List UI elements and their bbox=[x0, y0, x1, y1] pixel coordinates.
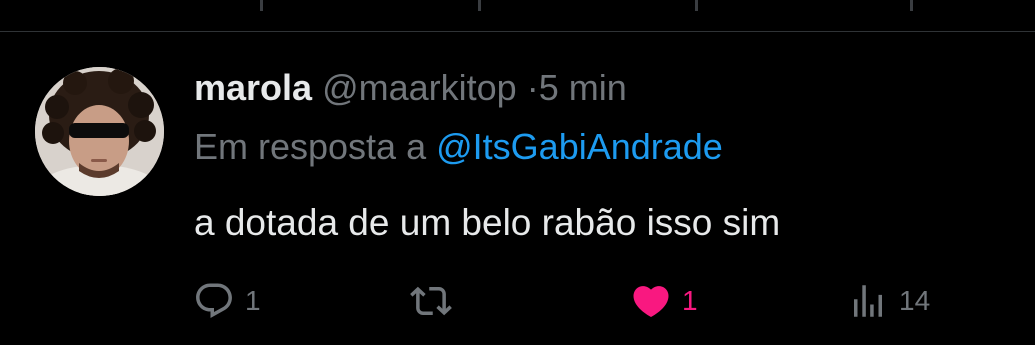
timeline-frame: marola @maarkitop ·5 min Em resposta a @… bbox=[0, 0, 1035, 345]
reply-button[interactable]: 1 bbox=[193, 275, 261, 327]
author-display-name[interactable]: marola bbox=[194, 67, 312, 108]
previous-action-stub bbox=[910, 0, 913, 11]
views-icon bbox=[854, 285, 882, 317]
reply-icon bbox=[196, 283, 232, 318]
reply-count: 1 bbox=[245, 285, 261, 316]
author-handle[interactable]: @maarkitop bbox=[322, 67, 517, 108]
like-count: 1 bbox=[682, 285, 698, 316]
tweet-actions: 1 1 14 bbox=[0, 275, 1035, 327]
previous-tweet-actions-edge bbox=[0, 0, 1035, 14]
reply-prefix: Em resposta a bbox=[194, 126, 427, 167]
previous-action-stub bbox=[695, 0, 698, 11]
like-button[interactable]: 1 bbox=[630, 275, 698, 327]
meta-separator: · bbox=[526, 67, 539, 108]
retweet-icon bbox=[410, 286, 452, 316]
tweet-header: marola @maarkitop ·5 min bbox=[194, 64, 627, 112]
previous-action-stub bbox=[478, 0, 481, 11]
tweet-divider bbox=[0, 31, 1035, 32]
tweet-text: a dotada de um belo rabão isso sim bbox=[194, 202, 781, 243]
reply-mention-link[interactable]: @ItsGabiAndrade bbox=[436, 126, 723, 167]
avatar[interactable] bbox=[35, 67, 164, 196]
heart-filled-icon bbox=[633, 286, 669, 318]
retweet-button[interactable] bbox=[410, 275, 462, 327]
previous-action-stub bbox=[260, 0, 263, 11]
views-button[interactable]: 14 bbox=[847, 275, 930, 327]
tweet-timestamp[interactable]: 5 min bbox=[539, 67, 627, 108]
reply-context: Em resposta a @ItsGabiAndrade bbox=[194, 123, 723, 171]
views-count: 14 bbox=[899, 285, 931, 316]
user-avatar-photo bbox=[35, 67, 164, 196]
